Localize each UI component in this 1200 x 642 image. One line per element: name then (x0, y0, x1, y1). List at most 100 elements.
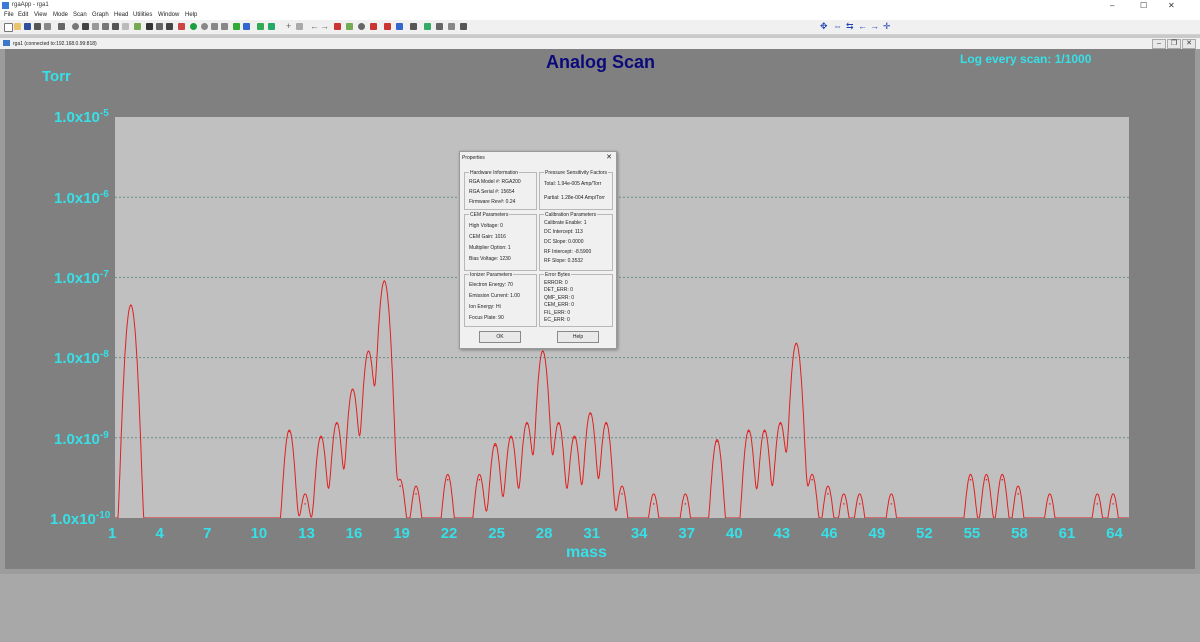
minimize-button[interactable]: – (1110, 1, 1114, 10)
cem-icon[interactable] (102, 23, 109, 30)
help-icon[interactable] (410, 23, 417, 30)
axis-icon[interactable] (436, 23, 443, 30)
table-view-icon[interactable] (334, 23, 341, 30)
expand-horizontal-icon[interactable]: ⇔ (833, 22, 842, 31)
stop-icon[interactable] (178, 23, 185, 30)
copy-icon[interactable] (58, 23, 65, 30)
mdi-close-button[interactable]: ✕ (1182, 39, 1196, 49)
leak-check-icon[interactable] (221, 23, 228, 30)
mdi-window-icon (3, 40, 10, 46)
menu-help[interactable]: Help (185, 12, 197, 18)
crosshair-icon[interactable]: ✛ (883, 22, 891, 31)
menu-mode[interactable]: Mode (53, 12, 68, 18)
peak-point (843, 503, 845, 505)
mdi-minimize-button[interactable]: – (1152, 39, 1166, 49)
trend-icon[interactable] (396, 23, 403, 30)
peak-point (747, 430, 750, 433)
menu-utilities[interactable]: Utilities (133, 12, 152, 18)
y-tick-label: 1.0x10-9 (54, 430, 109, 448)
menu-graph[interactable]: Graph (92, 12, 109, 18)
degas-icon[interactable] (112, 23, 119, 30)
total-sensitivity: Total: 1.94e-005 Amp/Torr (544, 181, 602, 187)
histogram-icon[interactable] (346, 23, 353, 30)
chart-fit-icon[interactable] (243, 23, 250, 30)
chart-bar-icon[interactable] (257, 23, 264, 30)
peak-point (763, 430, 766, 433)
menu-edit[interactable]: Edit (18, 12, 28, 18)
dc-slope: DC Slope: 0.0000 (544, 239, 584, 245)
scan-setup-icon[interactable] (82, 23, 89, 30)
dialog-title: Properties (462, 155, 485, 161)
zoom-icon[interactable] (268, 23, 275, 30)
print-icon[interactable] (34, 23, 41, 30)
x-tick-label: 46 (820, 525, 838, 542)
filament-icon[interactable] (92, 23, 99, 30)
cursor-icon[interactable]: + (286, 22, 291, 31)
report-icon[interactable] (134, 23, 141, 30)
menu-head[interactable]: Head (114, 12, 128, 18)
compress-horizontal-icon[interactable]: ⇆ (846, 22, 854, 31)
start-scan-icon[interactable] (190, 23, 197, 30)
y-axis-unit: Torr (42, 68, 71, 85)
list-icon[interactable] (146, 23, 153, 30)
close-button[interactable]: ✕ (1168, 1, 1175, 10)
ionizer-parameters-group: Ionizer Parameters Electron Energy: 70 E… (464, 272, 537, 327)
left-arrow-icon[interactable]: ← (310, 22, 319, 31)
x-tick-label: 4 (155, 525, 164, 542)
mdi-restore-button[interactable]: ❐ (1167, 39, 1181, 49)
window-titlebar: rgaApp - rga1 – ☐ ✕ (0, 0, 1200, 11)
plot-area[interactable] (114, 117, 1129, 519)
calibrate-icon[interactable] (122, 23, 129, 30)
error-icon[interactable] (370, 23, 377, 30)
peak-point (811, 478, 813, 481)
x-tick-label: 19 (393, 525, 410, 542)
x-tick-label: 43 (773, 525, 791, 542)
new-file-icon[interactable] (4, 23, 13, 32)
group-title: Error Bytes (544, 272, 572, 278)
pressure-icon[interactable] (384, 23, 391, 30)
peak-point (446, 478, 449, 481)
calibrate-enable: Calibrate Enable: 1 (544, 220, 587, 226)
grid-icon[interactable] (156, 23, 163, 30)
peak-point (573, 437, 576, 439)
help-button[interactable]: Help (557, 331, 599, 343)
menu-window[interactable]: Window (158, 12, 179, 18)
pause-icon[interactable] (201, 23, 208, 30)
linear-y-icon[interactable] (460, 23, 467, 30)
autoscale-icon[interactable] (296, 23, 303, 30)
maximize-button[interactable]: ☐ (1140, 1, 1147, 10)
x-tick-label: 28 (535, 525, 553, 542)
right-arrow-icon[interactable]: → (320, 22, 329, 31)
peak-point (795, 342, 798, 345)
table-icon[interactable] (166, 23, 173, 30)
focus-plate: Focus Plate: 90 (469, 315, 504, 321)
dialog-close-button[interactable]: ✕ (606, 153, 612, 161)
open-folder-icon[interactable] (14, 23, 21, 30)
head-icon[interactable] (358, 23, 365, 30)
menu-view[interactable]: View (34, 12, 47, 18)
peak-point (336, 422, 338, 425)
log-scale-icon[interactable] (424, 23, 431, 30)
log-y-icon[interactable] (448, 23, 455, 30)
move-all-icon[interactable]: ✥ (820, 22, 828, 31)
peak-point (716, 440, 718, 443)
ok-button[interactable]: OK (479, 331, 521, 343)
x-tick-label: 55 (963, 525, 981, 542)
settings-icon[interactable] (72, 23, 79, 30)
peak-point (684, 503, 687, 505)
app-icon (2, 2, 9, 9)
menu-scan[interactable]: Scan (73, 12, 87, 18)
sensitivity-group: Pressure Sensitivity Factors Total: 1.94… (539, 170, 613, 210)
pan-left-icon[interactable]: ← (858, 22, 867, 31)
peak-point (494, 444, 497, 447)
pan-right-icon[interactable]: → (870, 22, 879, 31)
print-preview-icon[interactable] (44, 23, 51, 30)
error-bytes-group: Error Bytes ERROR: 0 DET_ERR: 0 QMF_ERR:… (539, 272, 613, 327)
peak-point (779, 422, 782, 425)
x-tick-label: 49 (868, 525, 886, 542)
save-icon[interactable] (24, 23, 31, 30)
chart-linear-icon[interactable] (233, 23, 240, 30)
menu-file[interactable]: File (4, 12, 14, 18)
record-icon[interactable] (211, 23, 218, 30)
peak-point (969, 478, 972, 481)
